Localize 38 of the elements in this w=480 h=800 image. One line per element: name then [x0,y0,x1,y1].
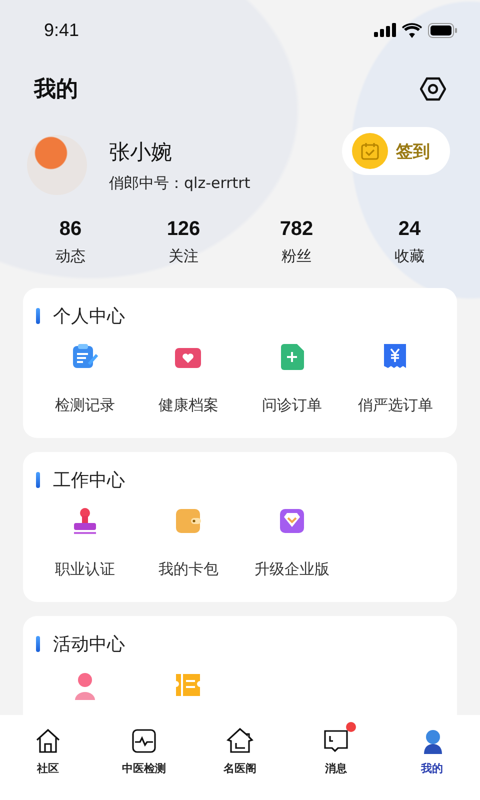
stat-label[interactable]: 动态 [56,247,86,266]
stat-value: 24 [398,218,421,241]
stat-label[interactable]: 收藏 [394,247,424,266]
settings-icon[interactable] [420,76,446,102]
stat-value: 86 [59,218,82,241]
pulse-icon [130,727,158,755]
account-id: 俏郎中号：qlz-errtrt [109,174,252,192]
stat-value: 126 [166,218,200,241]
checkin-button[interactable]: 签到 [342,127,450,175]
section-title: 活动中心 [53,633,125,656]
section-title: 个人中心 [53,305,125,328]
signal-icon [374,23,396,37]
user-name: 张小婉 [109,138,173,166]
stat-label[interactable]: 粉丝 [282,247,312,266]
section-title: 工作中心 [53,469,125,492]
tab[interactable]: 中医检测 [112,721,176,776]
chat-icon [322,727,350,755]
calendar-icon [352,133,388,169]
battery-icon [428,22,458,38]
tab[interactable]: 社区 [24,721,72,776]
wifi-icon [402,22,422,38]
page-title: 我的 [34,76,78,104]
tab[interactable]: 名医阁 [214,721,266,776]
stat-value: 782 [280,218,314,241]
house-icon [226,727,254,755]
home-icon [34,727,62,755]
tab[interactable]: 消息 [312,721,360,776]
menu-item[interactable]: 健康档案 [136,342,240,415]
menu-item[interactable]: 升级企业版 [240,506,344,579]
status-time: 9:41 [44,20,80,40]
wallet-icon [173,506,204,536]
menu-item[interactable]: 我的卡包 [136,506,240,579]
stat-label[interactable]: 关注 [168,247,198,266]
menu-item[interactable]: 检测记录 [33,342,136,415]
menu-item[interactable]: 职业认证 [33,506,136,579]
tab[interactable]: 我的 [408,721,456,776]
menu-item[interactable]: 俏严选订单 [344,342,447,415]
menu-item[interactable]: 问诊订单 [240,342,344,415]
